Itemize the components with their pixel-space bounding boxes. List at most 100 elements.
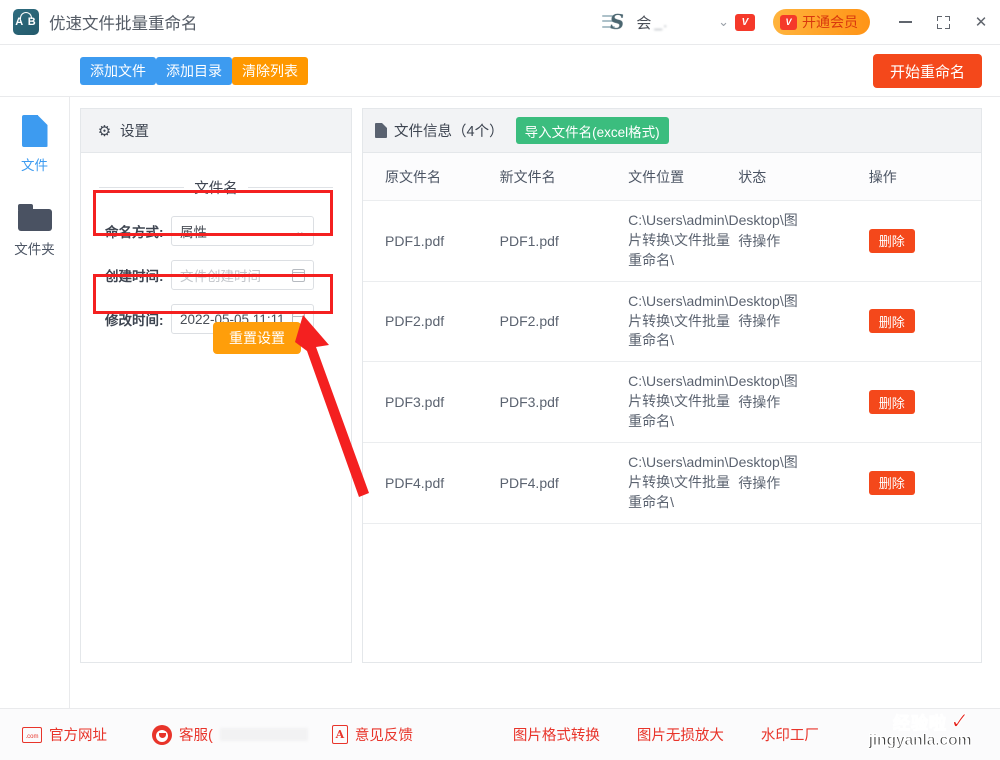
app-logo-icon: A B (13, 9, 39, 35)
website-icon (22, 726, 42, 743)
cell-old-name: PDF2.pdf (363, 281, 500, 363)
reset-settings-button[interactable]: 重置设置 (213, 322, 301, 354)
start-rename-button[interactable]: 开始重命名 (872, 54, 982, 88)
add-directory-button[interactable]: 添加目录 (156, 57, 232, 85)
cell-file-path: C:\Users\admin\Desktop\图片转换\文件批量重命名\ (628, 281, 798, 363)
page-title: 优速文件批量重命名 (49, 15, 198, 33)
naming-method-value: 属性 (180, 225, 207, 240)
import-excel-button[interactable]: 导入文件名(excel格式) (515, 117, 669, 144)
cell-old-name: PDF1.pdf (363, 200, 500, 282)
file-info-panel: 文件信息（4个） 导入文件名(excel格式) 原文件名 新文件名 文件位置 状… (362, 108, 982, 663)
section-title-label: 文件名 (194, 181, 238, 197)
bottom-bar: 官方网址 客服( A 意见反馈 图片格式转换 图片无损放大 水印工厂 (0, 708, 1000, 760)
gear-icon: ⚙ (97, 122, 112, 140)
sidebar-item-files[interactable]: 文件 (0, 115, 69, 174)
naming-method-row: 命名方式: 属性 ⌄ (105, 216, 351, 246)
naming-method-label: 命名方式: (105, 225, 164, 240)
add-file-button[interactable]: 添加文件 (80, 57, 156, 85)
table-row[interactable]: PDF4.pdf PDF4.pdf C:\Users\admin\Desktop… (363, 442, 981, 524)
sidebar-item-folders[interactable]: 文件夹 (0, 204, 69, 258)
create-time-row: 创建时间: 文件创建时间 (105, 260, 351, 290)
settings-header: ⚙ 设置 (81, 109, 351, 153)
headset-icon (152, 724, 172, 745)
cell-file-path: C:\Users\admin\Desktop\图片转换\文件批量重命名\ (628, 361, 798, 443)
cell-file-path: C:\Users\admin\Desktop\图片转换\文件批量重命名\ (628, 200, 798, 282)
column-header-location: 文件位置 (628, 153, 739, 201)
cell-new-name: PDF4.pdf (499, 442, 629, 524)
link-image-format-convert[interactable]: 图片格式转换 (513, 724, 600, 745)
column-header-status: 状态 (738, 153, 869, 201)
folder-icon (17, 204, 52, 231)
create-time-placeholder: 文件创建时间 (180, 269, 261, 284)
maximize-icon (936, 15, 950, 29)
cell-file-path: C:\Users\admin\Desktop\图片转换\文件批量重命名\ (628, 442, 798, 524)
file-info-title: 文件信息（4个） (394, 124, 504, 140)
file-table-header: 原文件名 新文件名 文件位置 状态 操作 (363, 153, 981, 201)
calendar-icon[interactable] (291, 268, 306, 282)
cell-new-name: PDF3.pdf (499, 361, 629, 443)
settings-panel: ⚙ 设置 文件名 命名方式: 属性 ⌄ 创建时间: 文件创建时间 修改时间: 2… (80, 108, 352, 663)
table-row[interactable]: PDF3.pdf PDF3.pdf C:\Users\admin\Desktop… (363, 361, 981, 443)
cell-new-name: PDF2.pdf (499, 281, 629, 363)
close-button[interactable]: ✕ (962, 0, 1000, 45)
document-icon (375, 123, 387, 138)
filename-section-title: 文件名 (99, 177, 333, 198)
cell-action: 删除 (868, 361, 981, 443)
vip-chip-icon: V (780, 14, 797, 30)
sidebar-item-label: 文件 (21, 158, 48, 173)
official-site-link[interactable]: 官方网址 (22, 724, 107, 745)
vip-badge-icon: V (735, 13, 755, 31)
cell-action: 删除 (868, 200, 981, 282)
column-header-new-name: 新文件名 (499, 153, 629, 201)
open-vip-label: 开通会员 (802, 14, 858, 30)
naming-method-select[interactable]: 属性 ⌄ (171, 216, 314, 246)
cell-action: 删除 (868, 281, 981, 363)
toolbar: 添加文件 添加目录 清除列表 开始重命名 (0, 45, 1000, 97)
customer-service-qq-blurred (219, 728, 308, 741)
title-bar: A B 优速文件批量重命名 S 会 _. ⌄ V V 开通会员 ✕ (0, 0, 1000, 45)
create-time-label: 创建时间: (105, 269, 164, 284)
app-window: A B 优速文件批量重命名 S 会 _. ⌄ V V 开通会员 ✕ 添加文件 添… (0, 0, 1000, 760)
delete-row-button[interactable]: 删除 (868, 228, 915, 253)
feedback-link[interactable]: A 意见反馈 (331, 724, 413, 745)
username-label: 会 _. (636, 14, 669, 32)
cell-old-name: PDF4.pdf (363, 442, 500, 524)
cell-old-name: PDF3.pdf (363, 361, 500, 443)
delete-row-button[interactable]: 删除 (868, 309, 915, 334)
cell-action: 删除 (868, 442, 981, 524)
close-icon: ✕ (974, 14, 988, 31)
titlebar-right-controls: S 会 _. ⌄ V V 开通会员 ✕ (602, 0, 1000, 45)
file-table: 原文件名 新文件名 文件位置 状态 操作 PDF1.pdf PDF1.pdf C… (363, 153, 981, 524)
clear-list-button[interactable]: 清除列表 (232, 57, 308, 85)
file-table-body: PDF1.pdf PDF1.pdf C:\Users\admin\Desktop… (363, 200, 981, 524)
delete-row-button[interactable]: 删除 (868, 470, 915, 495)
table-row[interactable]: PDF1.pdf PDF1.pdf C:\Users\admin\Desktop… (363, 200, 981, 282)
pdf-icon: A (331, 725, 348, 744)
chevron-down-icon: ⌄ (294, 224, 305, 238)
minimize-button[interactable] (886, 0, 924, 45)
table-row[interactable]: PDF2.pdf PDF2.pdf C:\Users\admin\Desktop… (363, 281, 981, 363)
column-header-action: 操作 (868, 153, 981, 201)
create-time-input[interactable]: 文件创建时间 (171, 260, 314, 290)
maximize-button[interactable] (924, 0, 962, 45)
official-site-label: 官方网址 (49, 728, 107, 744)
link-image-upscale[interactable]: 图片无损放大 (637, 724, 724, 745)
delete-row-button[interactable]: 删除 (868, 390, 915, 415)
column-header-old-name: 原文件名 (363, 153, 500, 201)
sidebar-item-label: 文件夹 (14, 242, 55, 257)
chevron-down-icon[interactable]: ⌄ (718, 14, 729, 30)
link-watermark-factory[interactable]: 水印工厂 (761, 724, 819, 745)
modify-time-label: 修改时间: (105, 313, 164, 328)
cell-new-name: PDF1.pdf (499, 200, 629, 282)
customer-service-label: 客服( (179, 728, 213, 744)
open-vip-button[interactable]: V 开通会员 (773, 9, 870, 35)
file-info-header: 文件信息（4个） 导入文件名(excel格式) (363, 109, 981, 153)
sidebar: 文件 文件夹 (0, 97, 70, 708)
settings-header-title: 设置 (120, 124, 149, 140)
avatar[interactable]: S (602, 10, 630, 34)
minimize-icon (898, 21, 912, 23)
file-icon (21, 115, 48, 147)
table-header-row: 原文件名 新文件名 文件位置 状态 操作 (363, 153, 981, 201)
customer-service-link[interactable]: 客服( (152, 724, 308, 745)
feedback-label: 意见反馈 (354, 728, 413, 744)
